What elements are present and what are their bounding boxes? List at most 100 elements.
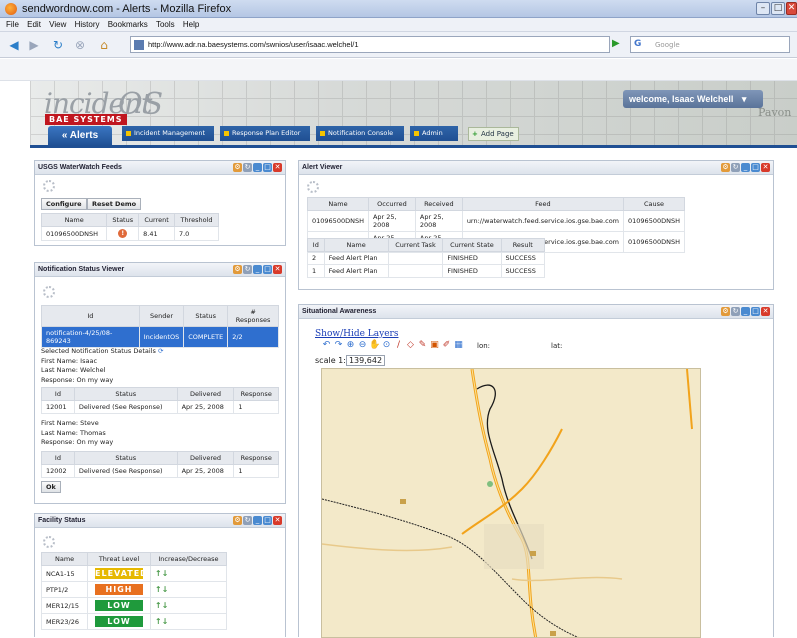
refresh-icon[interactable]: ↻ bbox=[731, 163, 740, 172]
save-map-icon[interactable]: ▣ bbox=[429, 340, 440, 351]
go-icon[interactable]: ▶ bbox=[612, 38, 620, 49]
reload-icon[interactable]: ↻ bbox=[50, 37, 66, 53]
reset-demo-button[interactable]: Reset Demo bbox=[87, 198, 142, 210]
column-header[interactable]: Sender bbox=[138, 305, 185, 327]
menu-help[interactable]: Help bbox=[183, 18, 199, 32]
column-header[interactable]: Cause bbox=[623, 197, 685, 211]
back-icon[interactable]: ◀ bbox=[6, 37, 22, 53]
column-header[interactable]: Current State bbox=[442, 238, 502, 252]
tab-response-plan-editor[interactable]: Response Plan Editor bbox=[220, 126, 310, 141]
settings-icon[interactable]: ⚙ bbox=[233, 163, 242, 172]
image-layer-icon[interactable]: ▦ bbox=[453, 340, 464, 351]
maximize-panel-icon[interactable]: □ bbox=[751, 163, 760, 172]
add-page-button[interactable]: Add Page bbox=[468, 127, 519, 141]
maximize-button[interactable]: □ bbox=[771, 2, 785, 15]
table-row[interactable]: MER12/15 LOW ↑↓ bbox=[40, 597, 228, 614]
minimize-panel-icon[interactable]: _ bbox=[741, 163, 750, 172]
close-panel-icon[interactable]: ✕ bbox=[273, 163, 282, 172]
maximize-panel-icon[interactable]: □ bbox=[263, 516, 272, 525]
table-row[interactable]: 01096500DNSH Apr 25, 2008 Apr 25, 2008 u… bbox=[307, 210, 685, 232]
zoom-out-icon[interactable]: ⊖ bbox=[357, 340, 368, 351]
undo-icon[interactable]: ↶ bbox=[321, 340, 332, 351]
minimize-panel-icon[interactable]: _ bbox=[253, 516, 262, 525]
pan-hand-icon[interactable]: ✋ bbox=[369, 340, 380, 351]
table-row[interactable]: 01096500DNSH ! 8.41 7.0 bbox=[40, 226, 220, 241]
menu-bookmarks[interactable]: Bookmarks bbox=[108, 18, 148, 32]
column-header[interactable]: Name bbox=[40, 213, 108, 227]
tab-alerts-label[interactable]: Alerts bbox=[70, 130, 98, 141]
address-url[interactable]: http://www.adr.na.baesystems.com/swnios/… bbox=[148, 40, 359, 49]
minimize-panel-icon[interactable]: _ bbox=[253, 163, 262, 172]
column-header[interactable]: Received bbox=[414, 197, 463, 211]
column-header[interactable]: Feed bbox=[461, 197, 625, 211]
column-header[interactable]: Status bbox=[73, 451, 178, 465]
column-header[interactable]: Current bbox=[138, 213, 175, 227]
draw-line-icon[interactable]: / bbox=[393, 340, 404, 351]
table-row[interactable]: 1 Feed Alert Plan FINISHED SUCCESS bbox=[307, 264, 546, 278]
configure-button[interactable]: Configure bbox=[41, 198, 87, 210]
refresh-icon[interactable]: ↻ bbox=[731, 307, 740, 316]
map-marker[interactable] bbox=[550, 631, 556, 636]
map-marker[interactable] bbox=[400, 499, 406, 504]
zoom-in-icon[interactable]: ⊕ bbox=[345, 340, 356, 351]
tab-notification-console[interactable]: Notification Console bbox=[316, 126, 404, 141]
column-header[interactable]: Response bbox=[233, 387, 279, 401]
welcome-menu[interactable]: welcome, Isaac Welchell ▾ bbox=[623, 90, 763, 108]
column-header[interactable]: Threshold bbox=[173, 213, 220, 227]
menu-view[interactable]: View bbox=[49, 18, 66, 32]
column-header[interactable]: Id bbox=[41, 305, 140, 327]
column-header[interactable]: Status bbox=[183, 305, 229, 327]
maximize-panel-icon[interactable]: □ bbox=[751, 307, 760, 316]
address-bar[interactable]: http://www.adr.na.baesystems.com/swnios/… bbox=[130, 36, 610, 53]
column-header[interactable]: Status bbox=[73, 387, 178, 401]
tab-admin[interactable]: Admin bbox=[410, 126, 458, 141]
close-panel-icon[interactable]: ✕ bbox=[273, 265, 282, 274]
menu-edit[interactable]: Edit bbox=[27, 18, 41, 32]
refresh-icon[interactable]: ↻ bbox=[243, 163, 252, 172]
minimize-panel-icon[interactable]: _ bbox=[741, 307, 750, 316]
up-down-arrows-icon[interactable]: ↑↓ bbox=[155, 601, 168, 610]
column-header[interactable]: Current Task bbox=[387, 238, 444, 252]
up-down-arrows-icon[interactable]: ↑↓ bbox=[155, 617, 168, 626]
column-header[interactable]: Name bbox=[307, 197, 369, 211]
show-hide-layers-link[interactable]: Show/Hide Layers bbox=[315, 329, 398, 339]
column-header[interactable]: Result bbox=[500, 238, 546, 252]
tab-incident-management[interactable]: Incident Management bbox=[122, 126, 214, 141]
table-row[interactable]: 12001 Delivered (See Response) Apr 25, 2… bbox=[41, 400, 279, 414]
redo-icon[interactable]: ↷ bbox=[333, 340, 344, 351]
close-panel-icon[interactable]: ✕ bbox=[273, 516, 282, 525]
up-down-arrows-icon[interactable]: ↑↓ bbox=[155, 569, 168, 578]
table-row[interactable]: PTP1/2 HIGH ↑↓ bbox=[40, 581, 228, 598]
table-row[interactable]: NCA1-15 ELEVATED ↑↓ bbox=[40, 565, 228, 582]
menu-history[interactable]: History bbox=[75, 18, 100, 32]
tab-alerts[interactable]: « Alerts bbox=[48, 126, 112, 146]
column-header[interactable]: Occurred bbox=[367, 197, 416, 211]
refresh-icon[interactable]: ↻ bbox=[243, 516, 252, 525]
column-header[interactable]: Name bbox=[40, 552, 89, 566]
map-marker[interactable] bbox=[530, 551, 536, 556]
settings-icon[interactable]: ⚙ bbox=[721, 163, 730, 172]
column-header[interactable]: Response bbox=[233, 451, 279, 465]
stop-icon[interactable]: ⊗ bbox=[72, 37, 88, 53]
home-icon[interactable]: ⌂ bbox=[96, 37, 112, 53]
column-header[interactable]: Id bbox=[41, 451, 75, 465]
minimize-button[interactable]: – bbox=[756, 2, 770, 15]
pencil-icon[interactable]: ✐ bbox=[441, 340, 452, 351]
table-row[interactable]: 2 Feed Alert Plan FINISHED SUCCESS bbox=[307, 251, 546, 265]
zoom-extent-icon[interactable]: ⊙ bbox=[381, 340, 392, 351]
map-marker[interactable] bbox=[487, 481, 493, 487]
maximize-panel-icon[interactable]: □ bbox=[263, 163, 272, 172]
column-header[interactable]: Status bbox=[106, 213, 140, 227]
close-panel-icon[interactable]: ✕ bbox=[761, 307, 770, 316]
table-row[interactable]: 12002 Delivered (See Response) Apr 25, 2… bbox=[41, 464, 279, 478]
column-header[interactable]: Id bbox=[41, 387, 75, 401]
column-header[interactable]: Threat Level bbox=[87, 552, 151, 566]
settings-icon[interactable]: ⚙ bbox=[233, 516, 242, 525]
column-header[interactable]: Delivered bbox=[176, 451, 235, 465]
table-row[interactable]: MER23/26 LOW ↑↓ bbox=[40, 613, 228, 630]
settings-icon[interactable]: ⚙ bbox=[233, 265, 242, 274]
ok-button[interactable]: Ok bbox=[41, 481, 61, 493]
search-box[interactable]: G Google bbox=[630, 36, 790, 53]
refresh-icon[interactable]: ↻ bbox=[243, 265, 252, 274]
draw-freehand-icon[interactable]: ✎ bbox=[417, 340, 428, 351]
